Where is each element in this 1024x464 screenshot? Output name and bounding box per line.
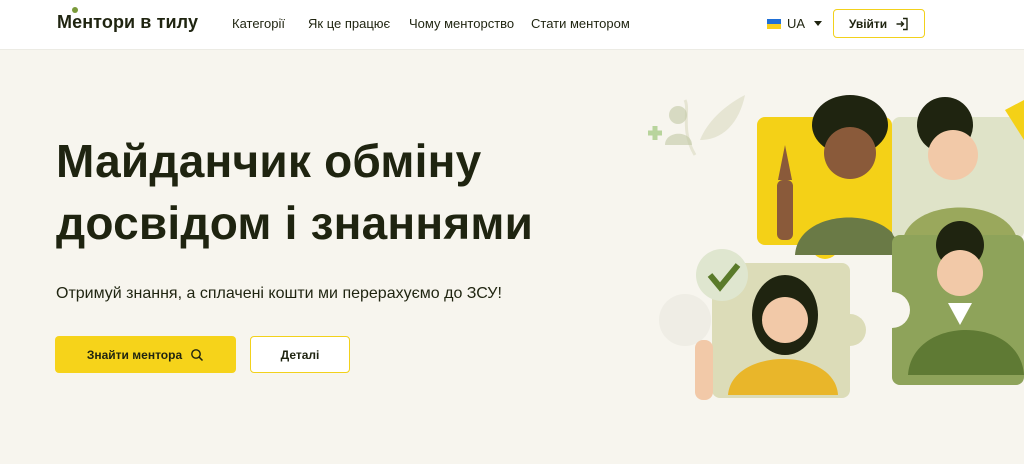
login-button[interactable]: Увійти: [833, 9, 925, 38]
decorative-gear: [659, 294, 711, 346]
nav-categories[interactable]: Категорії: [232, 16, 285, 31]
find-mentor-button[interactable]: Знайти ментора: [55, 336, 236, 373]
login-label: Увійти: [848, 16, 888, 31]
language-selector[interactable]: UA: [767, 16, 823, 31]
puzzle-piece-yellow: [757, 95, 910, 259]
decorative-leaves: [683, 95, 745, 156]
chevron-down-icon: [814, 21, 823, 26]
logo-dot-icon: [72, 7, 78, 13]
hero-title: Майданчик обміну досвідом і знаннями: [56, 130, 533, 254]
site-header: Ментори в тилу Категорії Як це працює Чо…: [0, 0, 1024, 50]
details-button[interactable]: Деталі: [250, 336, 350, 373]
nav-why-mentoring[interactable]: Чому менторство: [409, 16, 514, 31]
hero-title-line-1: Майданчик обміну: [56, 135, 482, 187]
nav-become-mentor[interactable]: Стати ментором: [531, 16, 630, 31]
puzzle-piece-green-bottom: [874, 221, 1024, 385]
hero-title-line-2: досвідом і знаннями: [56, 197, 534, 249]
logo[interactable]: Ментори в тилу: [57, 7, 199, 33]
find-mentor-label: Знайти ментора: [86, 347, 183, 362]
ukraine-flag-icon: [767, 18, 781, 29]
login-icon: [896, 17, 908, 30]
search-icon: [191, 348, 204, 361]
language-label: UA: [787, 16, 806, 31]
logo-text: Ментори в тилу: [57, 12, 199, 32]
hero-illustration: [648, 95, 1024, 400]
details-label: Деталі: [280, 347, 320, 362]
hero-subtitle: Отримуй знання, а сплачені кошти ми пере…: [56, 285, 502, 302]
nav-how-it-works[interactable]: Як це працює: [308, 16, 390, 31]
